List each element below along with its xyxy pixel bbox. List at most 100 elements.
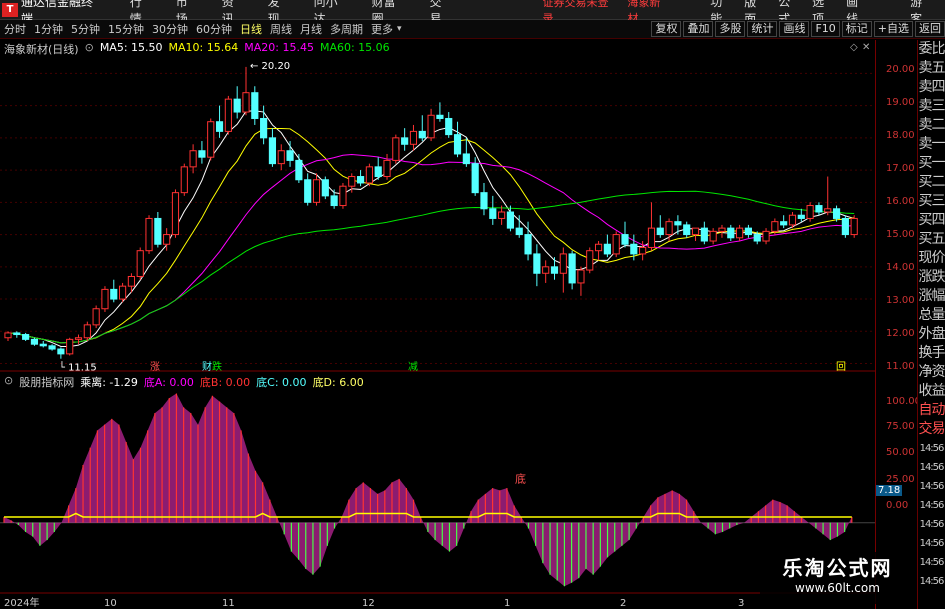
candle-body [189,150,197,168]
sidebar-item[interactable]: 买三 [918,192,945,211]
candle-body [453,134,462,155]
period-1min[interactable]: 1分钟 [30,21,67,37]
ma20-label: MA20: 15.45 [244,41,314,54]
sidebar-item[interactable]: 14:56 [918,572,945,591]
sidebar-item[interactable]: 卖一 [918,135,945,154]
price-tick: 15.00 [886,229,915,240]
sidebar-item[interactable]: 交易 [918,420,945,439]
sidebar-item[interactable]: 买二 [918,173,945,192]
candle-body [30,338,39,345]
tool-biaoji[interactable]: 标记 [841,21,872,37]
sidebar-item[interactable]: 自动 [918,401,945,420]
candle-body [145,217,153,252]
candle-body [119,285,127,300]
close-icon[interactable]: ✕ [862,42,870,53]
period-day[interactable]: 日线 [236,21,266,37]
candle-body [824,208,832,213]
osc-settings-icon[interactable]: ⊙ [4,374,13,390]
candle-body [251,92,259,119]
sidebar-item[interactable]: 净资 [918,363,945,382]
candle-body [788,214,797,226]
event-marker: 跌 [212,360,222,373]
period-30min[interactable]: 30分钟 [148,21,192,37]
candle-body [330,195,338,207]
quote-sidebar: 委比 卖五 卖四 卖三 卖二 卖一 买一 买二 买三 买四 买五 现价 涨跌 涨幅 总量 外盘 换手 净资 收益 自动… [917,40,945,609]
sidebar-item[interactable]: 卖三 [918,97,945,116]
sidebar-item[interactable]: 14:56 [918,477,945,496]
candle-body [233,98,241,113]
period-5min[interactable]: 5分钟 [67,21,104,37]
sidebar-item[interactable]: 14:56 [918,458,945,477]
candle-body [268,137,277,165]
candle-body [656,227,664,236]
osc-cheng: 乘离: -1.29 [80,376,138,389]
price-tick: 17.00 [886,163,915,174]
tool-zixuan[interactable]: +自选 [873,21,913,37]
candle-body [533,253,541,274]
sidebar-item[interactable]: 外盘 [918,325,945,344]
candle-body [215,121,224,132]
sidebar-item[interactable]: 14:56 [918,553,945,572]
sidebar-item[interactable]: 买四 [918,211,945,230]
tool-fanhui[interactable]: 返回 [915,21,945,37]
period-60min[interactable]: 60分钟 [192,21,236,37]
candle-body [691,227,700,236]
sidebar-item[interactable]: 14:56 [918,496,945,515]
sidebar-item[interactable]: 总量 [918,306,945,325]
sidebar-item[interactable]: 涨幅 [918,287,945,306]
time-tick: 11 [222,598,235,609]
price-tick: 16.00 [886,196,915,207]
candle-body [242,92,250,113]
chevron-down-icon[interactable]: ▾ [397,24,402,34]
osc-c: 底C: 0.00 [256,376,307,389]
candle-body [674,221,682,226]
sidebar-item[interactable]: 换手 [918,344,945,363]
sidebar-item[interactable]: 卖五 [918,59,945,78]
sidebar-item[interactable]: 14:56 [918,439,945,458]
sidebar-item[interactable]: 14:56 [918,534,945,553]
period-15min[interactable]: 15分钟 [104,21,148,37]
sidebar-item[interactable]: 涨跌 [918,268,945,287]
period-multi[interactable]: 多周期 [326,21,367,37]
diamond-icon[interactable]: ◇ [850,42,858,53]
candle-body [489,208,497,219]
watermark-title: 乐淘公式网 [782,556,893,580]
candle-body [180,166,188,194]
kline-chart[interactable]: ← 20.20└ 11.15 涨财跌减回底2024年 10 11 12 1 2 3 [0,40,875,609]
tool-f10[interactable]: F10 [811,21,840,37]
sidebar-item[interactable]: 委比 [918,40,945,59]
period-more[interactable]: 更多 [367,21,397,37]
event-marker: 减 [408,361,418,373]
price-tick: 14.00 [886,262,915,273]
candle-body [806,205,814,219]
settings-icon[interactable]: ⊙ [85,41,94,57]
ma20-line [7,153,855,344]
candle-body [57,348,65,355]
candle-body [506,211,515,229]
period-week[interactable]: 周线 [266,21,296,37]
candle-body [559,253,567,274]
sidebar-item[interactable]: 收益 [918,382,945,401]
sidebar-item[interactable]: 卖四 [918,78,945,97]
period-fenshi[interactable]: 分时 [0,21,30,37]
tool-huaxian[interactable]: 画线 [779,21,810,37]
event-marker: 回 [836,361,846,373]
tool-duogu[interactable]: 多股 [715,21,746,37]
tool-diejia[interactable]: 叠加 [683,21,714,37]
candle-body [321,179,329,197]
candle-body [392,137,400,161]
sidebar-item[interactable]: 买一 [918,154,945,173]
candle-body [66,338,74,355]
candle-body [22,334,30,340]
sidebar-item[interactable]: 14:56 [918,515,945,534]
tool-tongji[interactable]: 统计 [747,21,778,37]
candle-body [13,332,21,336]
candle-body [665,221,673,236]
candle-body [48,345,56,350]
sidebar-item[interactable]: 卖二 [918,116,945,135]
sidebar-item[interactable]: 买五 [918,230,945,249]
candle-body [515,227,523,236]
period-month[interactable]: 月线 [296,21,326,37]
sidebar-item[interactable]: 现价 [918,249,945,268]
tool-fuquan[interactable]: 复权 [651,21,682,37]
